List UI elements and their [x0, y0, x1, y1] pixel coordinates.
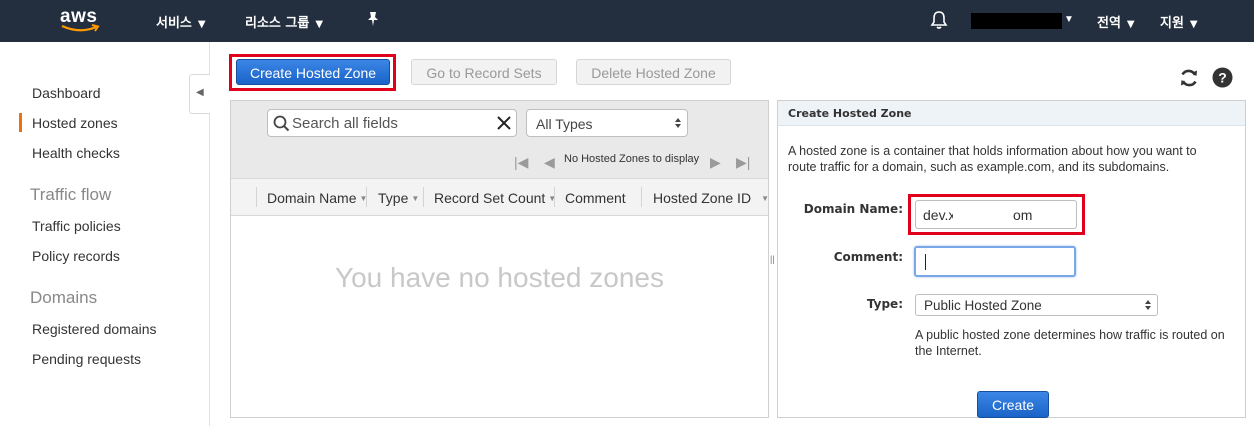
pager-status-text: No Hosted Zones to display	[564, 153, 700, 165]
svg-text:?: ?	[1218, 70, 1227, 86]
column-separator	[641, 187, 642, 207]
chevron-down-icon: ▼	[1189, 19, 1198, 30]
sort-icon: ▼	[548, 194, 557, 203]
hosted-zones-list-panel: All Types |◀ ◀ No Hosted Zones to displa…	[230, 100, 769, 418]
search-input[interactable]	[292, 113, 488, 133]
sidebar-item-pending-requests[interactable]: Pending requests	[32, 351, 141, 367]
column-header-comment[interactable]: Comment	[565, 190, 626, 206]
region-menu[interactable]: 전역 ▼	[1097, 12, 1135, 31]
text-cursor	[925, 254, 926, 270]
create-panel-title: Create Hosted Zone	[788, 107, 912, 120]
column-header-record-set-count[interactable]: Record Set Count ▼	[434, 190, 556, 206]
sidebar-item-dashboard[interactable]: Dashboard	[32, 85, 101, 101]
sidebar-item-policy-records[interactable]: Policy records	[32, 248, 120, 264]
sidebar-item-registered-domains[interactable]: Registered domains	[32, 321, 157, 337]
zone-type-value: Public Hosted Zone	[924, 298, 1042, 313]
sidebar-collapse-toggle[interactable]: ◀	[189, 74, 210, 114]
list-filter-bar: All Types |◀ ◀ No Hosted Zones to displa…	[231, 101, 768, 178]
services-menu-label: 서비스	[156, 16, 192, 31]
column-separator	[423, 187, 424, 207]
sort-icon: ▼	[411, 194, 420, 203]
column-header-label: Hosted Zone ID	[653, 190, 752, 206]
create-panel-header: Create Hosted Zone	[778, 101, 1245, 126]
support-menu-label: 지원	[1160, 16, 1184, 31]
support-menu[interactable]: 지원 ▼	[1160, 12, 1198, 31]
column-header-label: Type	[378, 190, 409, 206]
services-menu[interactable]: 서비스 ▼	[156, 12, 206, 31]
table-header: Domain Name ▼ Type ▼ Record Set Count ▼ Com…	[231, 178, 769, 216]
column-header-hosted-zone-id[interactable]: Hosted Zone ID ▼	[653, 190, 769, 206]
redaction-mask	[953, 205, 1013, 223]
sidebar-item-health-checks[interactable]: Health checks	[32, 145, 120, 161]
type-filter-value: All Types	[536, 116, 593, 132]
domain-name-label: Domain Name:	[803, 202, 903, 216]
aws-smile-icon	[61, 24, 100, 32]
chevron-left-icon: ◀	[196, 87, 204, 98]
resource-groups-menu[interactable]: 리소스 그룹 ▼	[245, 12, 323, 31]
create-button[interactable]: Create	[977, 391, 1049, 418]
search-icon	[273, 115, 290, 132]
chevron-down-icon: ▼	[315, 19, 324, 30]
type-label: Type:	[866, 297, 903, 311]
search-box[interactable]	[267, 109, 517, 137]
column-header-label: Domain Name	[267, 190, 357, 206]
column-separator	[366, 187, 367, 207]
create-panel-description: A hosted zone is a container that holds …	[788, 144, 1197, 174]
column-header-label: Record Set Count	[434, 190, 546, 206]
resource-groups-menu-label: 리소스 그룹	[245, 16, 310, 31]
next-page-icon[interactable]: ▶	[710, 154, 721, 171]
sidebar-item-traffic-policies[interactable]: Traffic policies	[32, 218, 121, 234]
chevron-down-icon: ▼	[1126, 19, 1135, 30]
chevron-down-icon[interactable]: ▼	[1064, 14, 1074, 25]
pin-icon[interactable]	[366, 11, 380, 31]
clear-search-icon[interactable]	[497, 116, 511, 130]
empty-state-message: You have no hosted zones	[334, 262, 664, 293]
comment-input[interactable]	[914, 246, 1076, 277]
previous-page-icon[interactable]: ◀	[544, 154, 555, 171]
select-arrows-icon	[675, 118, 681, 128]
select-arrows-icon	[1145, 300, 1151, 310]
help-icon[interactable]: ?	[1212, 67, 1233, 93]
sidebar-heading-traffic-flow: Traffic flow	[30, 185, 112, 204]
zone-type-select[interactable]: Public Hosted Zone	[915, 294, 1158, 316]
account-menu-redacted[interactable]	[971, 13, 1062, 29]
notifications-bell-icon[interactable]	[930, 10, 948, 35]
top-navigation-bar: aws 서비스 ▼ 리소스 그룹 ▼ ▼ 전역 ▼ 지원 ▼	[0, 0, 1254, 42]
column-separator	[554, 187, 555, 207]
column-header-label: Comment	[565, 190, 626, 206]
type-filter-select[interactable]: All Types	[526, 109, 688, 137]
sidebar-heading-domains: Domains	[30, 288, 98, 307]
region-menu-label: 전역	[1097, 16, 1121, 31]
aws-logo[interactable]: aws	[56, 4, 106, 38]
sidebar-active-indicator	[19, 113, 22, 132]
go-to-record-sets-button[interactable]: Go to Record Sets	[411, 59, 557, 85]
sidebar-item-hosted-zones[interactable]: Hosted zones	[32, 115, 118, 131]
refresh-icon[interactable]	[1178, 67, 1200, 94]
chevron-down-icon: ▼	[197, 19, 206, 30]
panel-resize-handle[interactable]: ||	[770, 254, 775, 264]
first-page-icon[interactable]: |◀	[514, 154, 528, 171]
column-header-domain-name[interactable]: Domain Name ▼	[267, 190, 367, 206]
last-page-icon[interactable]: ▶|	[736, 154, 750, 171]
delete-hosted-zone-button[interactable]: Delete Hosted Zone	[576, 59, 731, 85]
column-header-type[interactable]: Type ▼	[378, 190, 419, 206]
column-separator	[256, 187, 257, 207]
type-help-text: A public hosted zone determines how traf…	[915, 328, 1225, 358]
create-hosted-zone-button[interactable]: Create Hosted Zone	[236, 59, 390, 85]
sort-icon: ▼	[761, 194, 769, 203]
comment-label: Comment:	[833, 250, 903, 264]
